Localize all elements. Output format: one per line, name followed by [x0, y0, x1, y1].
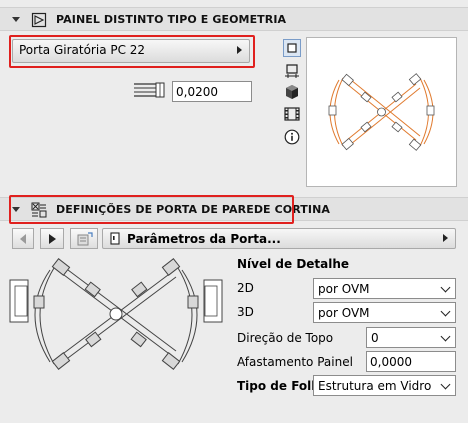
detail-3d-value: por OVM [318, 306, 370, 320]
section-header-panel-type[interactable]: PAINEL DISTINTO TIPO E GEOMETRIA [0, 7, 468, 31]
parameter-page-dropdown[interactable]: Parâmetros da Porta... [102, 228, 456, 249]
detail-level-heading: Nível de Detalhe [237, 257, 350, 271]
floor-plan-icon[interactable] [284, 63, 300, 79]
list-edit-icon [77, 232, 93, 246]
leaf-type-value: Estrutura em Vidro [318, 379, 432, 393]
cube-icon[interactable] [284, 84, 300, 100]
parameter-page-value: Parâmetros da Porta... [127, 232, 281, 246]
label-3d: 3D [237, 305, 254, 319]
chevron-down-icon [440, 306, 451, 317]
top-direction-select[interactable]: 0 [366, 327, 456, 348]
label-2d: 2D [237, 281, 254, 295]
next-page-button[interactable] [40, 228, 64, 249]
film-icon[interactable] [284, 106, 300, 122]
top-direction-value: 0 [371, 331, 379, 345]
highlight-box [9, 35, 255, 68]
panel-offset-field[interactable]: 0,0000 [366, 351, 456, 372]
collapse-triangle-icon[interactable] [12, 17, 20, 22]
door-icon [110, 232, 120, 245]
door-symbol-preview [9, 258, 223, 370]
section-title: PAINEL DISTINTO TIPO E GEOMETRIA [56, 13, 287, 26]
leaf-type-select[interactable]: Estrutura em Vidro [313, 375, 456, 396]
offset-icon [134, 82, 165, 98]
square-view-button[interactable] [283, 39, 301, 57]
chevron-down-icon [440, 331, 451, 342]
panel-type-icon [31, 12, 47, 28]
detail-2d-value: por OVM [318, 282, 370, 296]
arrow-right-icon [49, 234, 56, 244]
revolving-door-plan-preview [328, 73, 435, 151]
highlight-box [9, 195, 294, 224]
detail-2d-select[interactable]: por OVM [313, 278, 456, 299]
plan-preview [306, 37, 457, 187]
detail-3d-select[interactable]: por OVM [313, 302, 456, 323]
arrow-left-icon [20, 234, 26, 244]
chevron-down-icon [440, 379, 451, 390]
chevron-right-icon [443, 234, 448, 242]
square-icon [287, 43, 297, 53]
label-panel-offset: Afastamento Painel [237, 355, 353, 369]
page-list-button[interactable] [70, 228, 98, 249]
label-top-direction: Direção de Topo [237, 331, 334, 345]
prev-page-button[interactable] [12, 228, 34, 249]
panel-offset-input[interactable]: 0,0200 [172, 81, 252, 102]
chevron-down-icon [440, 282, 451, 293]
info-icon[interactable] [284, 129, 300, 145]
